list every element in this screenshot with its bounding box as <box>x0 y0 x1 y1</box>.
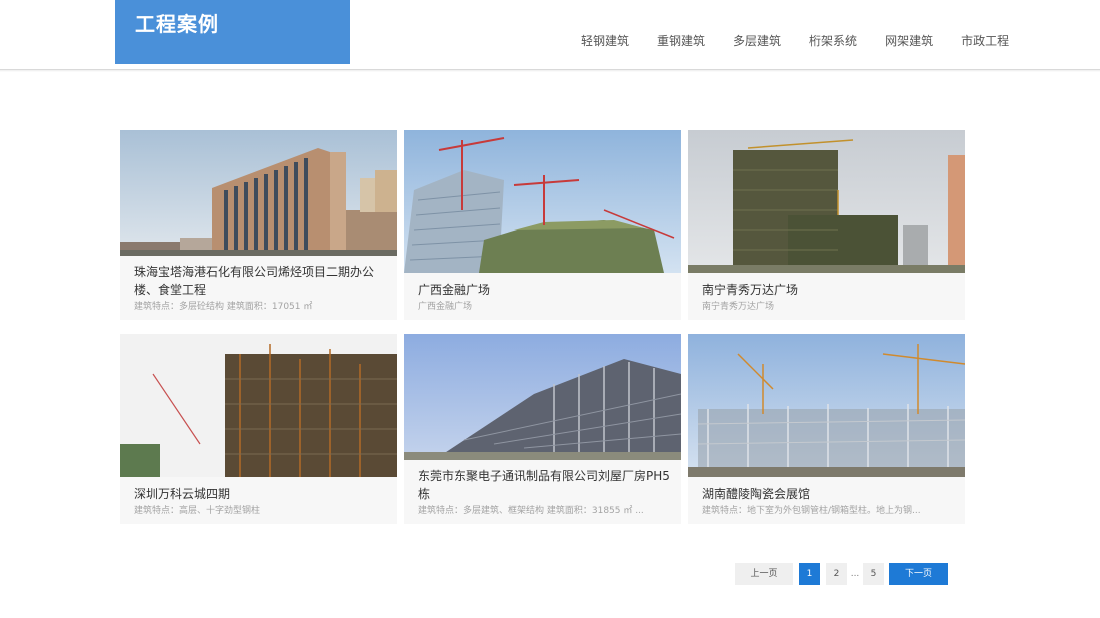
case-description: 南宁青秀万达广场 <box>702 302 775 312</box>
pagination: 上一页 1 2 ... 5 下一页 <box>735 563 948 585</box>
next-page-button[interactable]: 下一页 <box>889 563 948 585</box>
case-title[interactable]: 珠海宝塔海港石化有限公司烯烃项目二期办公楼、食堂工程 <box>134 263 386 299</box>
site-header: 工程案例 轻钢建筑 重钢建筑 多层建筑 桁架系统 网架建筑 市政工程 <box>0 0 1100 70</box>
case-description: 建筑特点：高层、十字劲型钢柱 <box>134 506 261 516</box>
case-description: 广西金融广场 <box>418 302 473 312</box>
case-description: 建筑特点：多层建筑、框架结构 建筑面积：31855 ㎡ ... <box>418 506 644 516</box>
case-title[interactable]: 深圳万科云城四期 <box>134 485 386 503</box>
section-title: 工程案例 <box>135 12 219 36</box>
category-nav: 轻钢建筑 重钢建筑 多层建筑 桁架系统 网架建筑 市政工程 <box>567 32 1023 50</box>
page-button-1[interactable]: 1 <box>799 563 820 585</box>
nav-item-municipal[interactable]: 市政工程 <box>961 32 1009 50</box>
case-description: 建筑特点：地下室为外包钢管柱/钢箱型柱。地上为钢... <box>702 506 921 516</box>
prev-page-button[interactable]: 上一页 <box>735 563 793 585</box>
page-button-5[interactable]: 5 <box>863 563 884 585</box>
nav-item-truss[interactable]: 桁架系统 <box>809 32 857 50</box>
nav-item-space-frame[interactable]: 网架建筑 <box>885 32 933 50</box>
case-card[interactable]: 东莞市东聚电子通讯制品有限公司刘屋厂房PH5栋 建筑特点：多层建筑、框架结构 建… <box>404 334 681 524</box>
case-title[interactable]: 湖南醴陵陶瓷会展馆 <box>702 485 954 503</box>
nav-item-heavy-steel[interactable]: 重钢建筑 <box>657 32 705 50</box>
section-title-box: 工程案例 <box>115 0 350 64</box>
case-photo[interactable] <box>688 130 965 273</box>
pagination-ellipsis: ... <box>850 569 860 579</box>
case-card[interactable]: 广西金融广场 广西金融广场 <box>404 130 681 320</box>
case-card[interactable]: 珠海宝塔海港石化有限公司烯烃项目二期办公楼、食堂工程 建筑特点：多层砼结构 建筑… <box>120 130 397 320</box>
case-description: 建筑特点：多层砼结构 建筑面积：17051 ㎡ <box>134 302 313 312</box>
header-divider <box>0 70 1100 72</box>
case-card[interactable]: 南宁青秀万达广场 南宁青秀万达广场 <box>688 130 965 320</box>
case-title[interactable]: 南宁青秀万达广场 <box>702 281 954 299</box>
case-photo[interactable] <box>404 130 681 273</box>
case-photo[interactable] <box>120 130 397 256</box>
case-card[interactable]: 湖南醴陵陶瓷会展馆 建筑特点：地下室为外包钢管柱/钢箱型柱。地上为钢... <box>688 334 965 524</box>
page-button-2[interactable]: 2 <box>826 563 847 585</box>
case-title[interactable]: 东莞市东聚电子通讯制品有限公司刘屋厂房PH5栋 <box>418 467 670 503</box>
nav-item-multistory[interactable]: 多层建筑 <box>733 32 781 50</box>
case-photo[interactable] <box>404 334 681 460</box>
case-photo[interactable] <box>688 334 965 477</box>
case-card[interactable]: 深圳万科云城四期 建筑特点：高层、十字劲型钢柱 <box>120 334 397 524</box>
nav-item-light-steel[interactable]: 轻钢建筑 <box>581 32 629 50</box>
case-title[interactable]: 广西金融广场 <box>418 281 670 299</box>
case-photo[interactable] <box>120 334 397 477</box>
